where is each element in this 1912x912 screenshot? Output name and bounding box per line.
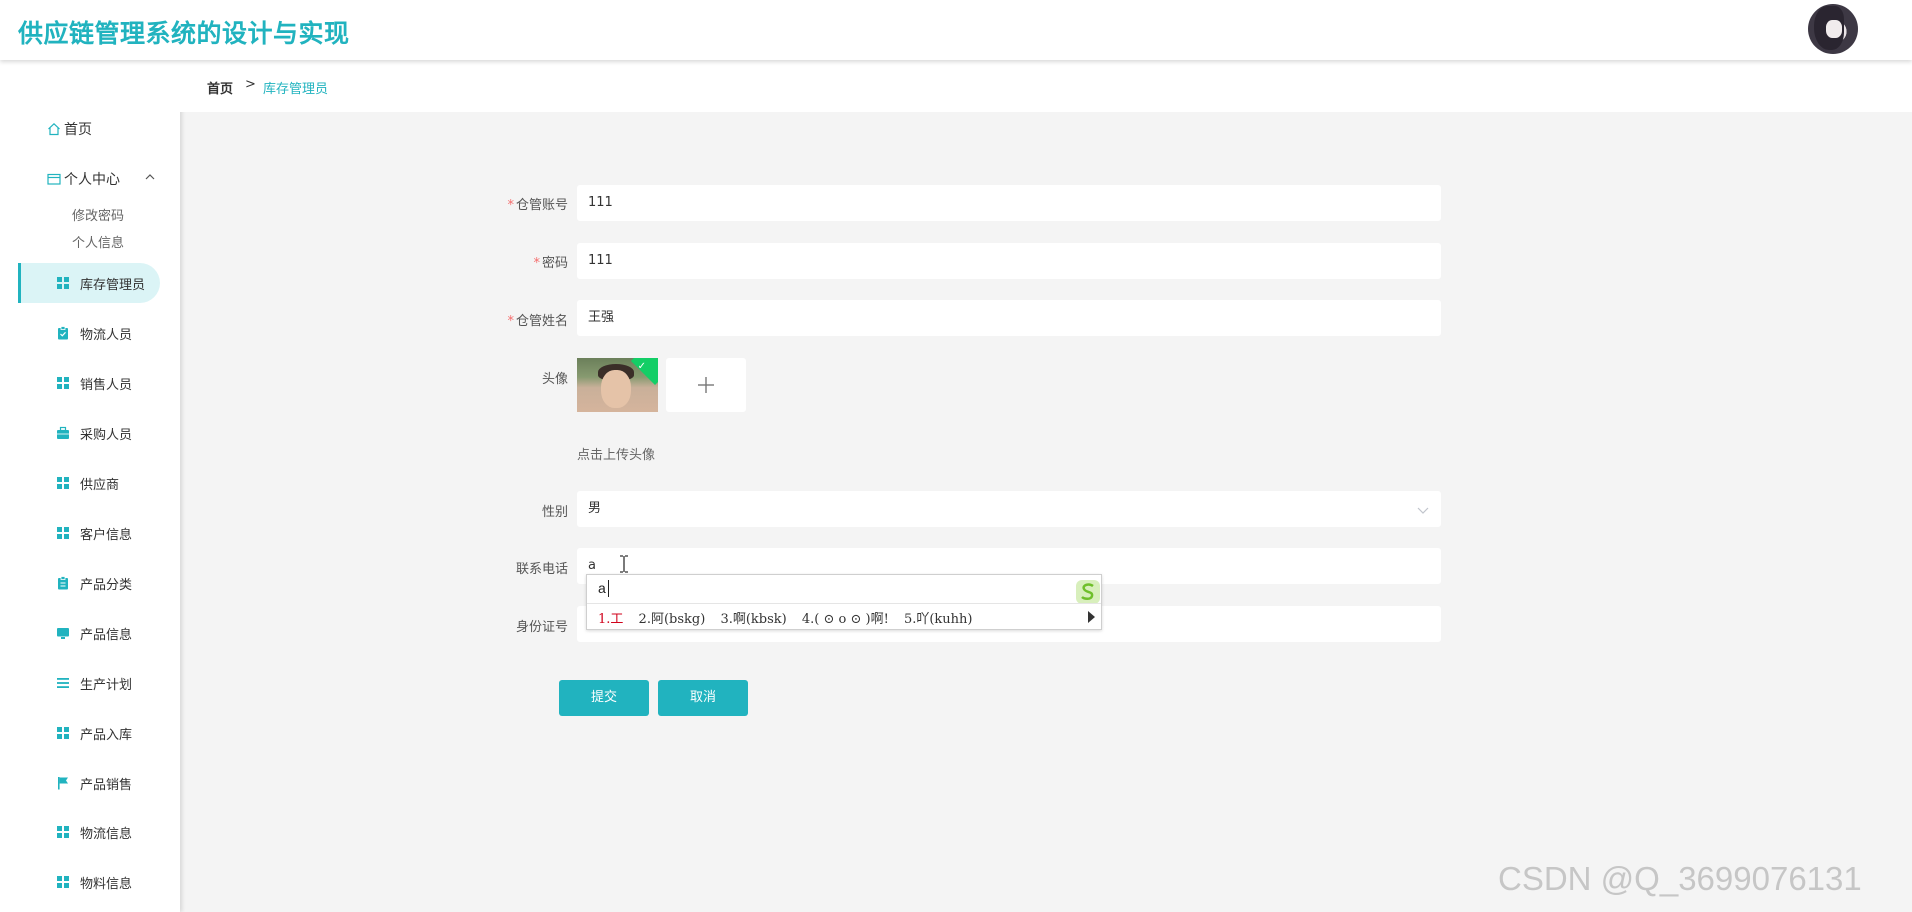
ime-composition: a <box>598 580 606 596</box>
card-icon <box>47 173 61 185</box>
sidebar-item-label: 产品销售 <box>80 778 133 793</box>
sidebar-item-product-sales[interactable]: 产品销售 <box>18 763 160 803</box>
uploaded-avatar-image[interactable]: ✓ <box>577 358 658 412</box>
breadcrumb: 首页 > 库存管理员 <box>180 60 1912 112</box>
sidebar-item-label: 客户信息 <box>80 528 133 543</box>
ime-candidate-window: a 1.工 2.阿(bskg) 3.啊(kbsk) 4.( ⊙ o ⊙ )啊! … <box>586 574 1102 630</box>
sidebar-item-label: 采购人员 <box>80 428 133 443</box>
breadcrumb-separator: > <box>245 77 256 92</box>
monitor-icon <box>57 628 69 639</box>
ime-candidate[interactable]: 2.阿(bskg) <box>639 612 706 627</box>
sidebar-item-label: 库存管理员 <box>80 278 146 293</box>
sidebar-item-label: 物流人员 <box>80 328 133 343</box>
grid-icon <box>57 277 69 289</box>
sidebar-item-supplier[interactable]: 供应商 <box>18 463 160 503</box>
app-title: 供应链管理系统的设计与实现 <box>18 19 350 48</box>
ime-candidate[interactable]: 4.( ⊙ o ⊙ )啊! <box>802 612 889 627</box>
list-icon <box>57 678 69 688</box>
grid-icon <box>57 727 69 739</box>
submit-button[interactable]: 提交 <box>559 680 649 716</box>
required-mark: * <box>507 198 514 213</box>
check-icon: ✓ <box>637 361 646 372</box>
ime-next-page-icon[interactable] <box>1086 610 1096 624</box>
grid-icon <box>57 876 69 888</box>
sidebar-item-product-stock-in[interactable]: 产品入库 <box>18 713 160 753</box>
sidebar-item-label: 首页 <box>64 122 92 138</box>
watermark: CSDN @Q_3699076131 <box>1498 860 1862 897</box>
name-field[interactable]: 王强 <box>577 300 1441 336</box>
sidebar-sub-change-password[interactable]: 修改密码 <box>72 205 124 224</box>
sidebar-item-sales-staff[interactable]: 销售人员 <box>18 363 160 403</box>
sidebar-sub-personal-info[interactable]: 个人信息 <box>72 232 124 251</box>
sidebar-item-label: 物流信息 <box>80 827 133 842</box>
upload-hint: 点击上传头像 <box>577 448 656 463</box>
sidebar-item-logistics-staff[interactable]: 物流人员 <box>18 313 160 353</box>
home-icon <box>48 122 60 136</box>
password-label: * 密码 <box>533 256 568 271</box>
sidebar-item-logistics-info[interactable]: 物流信息 <box>18 812 160 852</box>
breadcrumb-current: 库存管理员 <box>263 82 329 97</box>
sidebar-item-home[interactable]: 首页 <box>47 119 92 139</box>
sidebar-item-label: 物料信息 <box>80 877 133 892</box>
gender-select[interactable]: 男 <box>577 491 1441 527</box>
grid-icon <box>57 377 69 389</box>
phone-label: 联系电话 <box>515 562 568 577</box>
sidebar-item-label: 产品分类 <box>80 578 133 593</box>
gender-label: 性别 <box>541 505 568 520</box>
sidebar-item-label: 个人中心 <box>64 172 120 188</box>
grid-icon <box>57 527 69 539</box>
grid-icon <box>57 826 69 838</box>
plus-icon <box>698 377 714 393</box>
top-bar: 供应链管理系统的设计与实现 <box>0 0 1912 60</box>
sidebar: 首页 个人中心 修改密码 个人信息 库存管理员 物流人员 销售人员 采购人员 供… <box>0 60 180 912</box>
sidebar-item-label: 产品入库 <box>80 728 133 743</box>
sidebar-item-product-info[interactable]: 产品信息 <box>18 613 160 653</box>
required-mark: * <box>533 256 540 271</box>
ime-candidate[interactable]: 1.工 <box>598 612 623 627</box>
clipboard-icon <box>58 576 68 590</box>
sidebar-item-label: 生产计划 <box>80 678 133 693</box>
grid-icon <box>57 477 69 489</box>
ime-candidate[interactable]: 5.吖(kuhh) <box>904 612 973 627</box>
required-mark: * <box>507 314 514 329</box>
sidebar-item-customer-info[interactable]: 客户信息 <box>18 513 160 553</box>
sidebar-item-purchasing-staff[interactable]: 采购人员 <box>18 413 160 453</box>
sidebar-item-personal-center[interactable]: 个人中心 <box>47 169 120 189</box>
id-number-label: 身份证号 <box>515 620 568 635</box>
ime-candidate[interactable]: 3.啊(kbsk) <box>720 612 786 627</box>
account-label: * 仓管账号 <box>507 198 568 213</box>
name-label: * 仓管姓名 <box>507 314 568 329</box>
upload-avatar-button[interactable] <box>666 358 746 412</box>
sidebar-item-production-plan[interactable]: 生产计划 <box>18 663 160 703</box>
text-cursor-icon <box>620 555 628 573</box>
sidebar-item-label: 销售人员 <box>80 378 133 393</box>
chevron-up-icon[interactable] <box>144 172 156 182</box>
sidebar-item-material-info[interactable]: 物料信息 <box>18 862 160 902</box>
flag-icon <box>58 777 68 790</box>
ime-candidate-list: 1.工 2.阿(bskg) 3.啊(kbsk) 4.( ⊙ o ⊙ )啊! 5.… <box>598 608 983 627</box>
sidebar-item-warehouse-admin[interactable]: 库存管理员 <box>18 263 160 303</box>
sidebar-item-product-category[interactable]: 产品分类 <box>18 563 160 603</box>
briefcase-icon <box>57 426 69 439</box>
cancel-button[interactable]: 取消 <box>658 680 748 716</box>
chevron-down-icon[interactable] <box>1416 504 1430 516</box>
avatar-label: 头像 <box>541 372 568 387</box>
clipboard-icon <box>58 326 68 340</box>
sidebar-item-label: 供应商 <box>80 478 120 493</box>
breadcrumb-home[interactable]: 首页 <box>207 78 233 97</box>
sidebar-item-label: 产品信息 <box>80 628 133 643</box>
account-field[interactable]: 111 <box>577 185 1441 221</box>
user-avatar[interactable] <box>1808 4 1858 54</box>
password-field[interactable]: 111 <box>577 243 1441 279</box>
